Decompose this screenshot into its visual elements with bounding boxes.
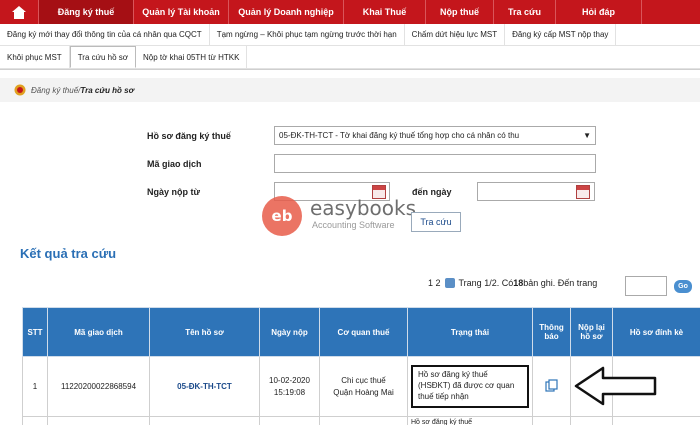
calendar-icon[interactable]	[576, 185, 590, 199]
col-nop-lai: Nộp lại hồ sơ	[570, 307, 613, 357]
page-number-input[interactable]	[625, 276, 667, 296]
cell-trang-thai-partial: Hồ sơ đăng ký thuế	[407, 416, 533, 425]
ho-so-label: Hồ sơ đăng ký thuế	[147, 131, 231, 141]
top-navigation: Đăng ký thuế Quản lý Tài khoản Quản lý D…	[0, 0, 700, 24]
col-ho-so-dinh-kem: Hồ sơ đính kè	[612, 307, 700, 357]
nav-spacer	[641, 0, 700, 24]
col-co-quan-thue: Cơ quan thuế	[319, 307, 408, 357]
cell-co-quan-thue: Chi cục thuế Quận Hoàng Mai	[319, 356, 408, 417]
ngay-nop-tu-label: Ngày nộp từ	[147, 187, 201, 197]
home-button[interactable]	[0, 0, 38, 24]
table-header-row: STT Mã giao dịch Tên hồ sơ Ngày nộp Cơ q…	[22, 307, 700, 357]
ngay-nop-time: 15:19:08	[273, 388, 306, 397]
table-row: Hồ sơ đăng ký thuế	[22, 416, 700, 425]
search-button[interactable]: Tra cứu	[411, 212, 461, 232]
record-count: 18	[513, 278, 524, 288]
ho-so-select-value: 05-ĐK-TH-TCT - Tờ khai đăng ký thuế tổng…	[279, 131, 520, 140]
nav-hoi-dap[interactable]: Hỏi đáp	[555, 0, 641, 24]
easybooks-logo: eb	[262, 196, 302, 236]
breadcrumb: Đăng ký thuế/ Tra cứu hồ sơ	[0, 78, 700, 102]
ten-ho-so-link[interactable]: 05-ĐK-TH-TCT	[149, 356, 260, 417]
col-ngay-nop: Ngày nộp	[259, 307, 320, 357]
pager-text-pre: Trang 1/2. Có	[458, 278, 514, 288]
cell-empty	[570, 416, 613, 425]
pagination: 1 2 Trang 1/2. Có 18 bản ghi. Đến trang	[428, 278, 597, 288]
cell-empty	[532, 416, 571, 425]
col-ma-giao-dich: Mã giao dịch	[47, 307, 150, 357]
cell-empty	[259, 416, 320, 425]
results-title: Kết quả tra cứu	[20, 246, 117, 261]
nav-quan-ly-tai-khoan[interactable]: Quản lý Tài khoản	[133, 0, 228, 24]
co-quan-line-1: Chi cục thuế	[341, 376, 386, 385]
watermark-subtitle: Accounting Software	[312, 220, 395, 230]
tab-dang-ky-moi[interactable]: Đăng ký mới thay đổi thông tin của cá nh…	[0, 24, 210, 45]
cell-empty	[612, 416, 700, 425]
cell-thong-bao	[532, 356, 571, 417]
cell-empty	[149, 416, 260, 425]
go-button[interactable]: Go	[674, 280, 692, 293]
watermark-title: easybooks	[310, 196, 416, 220]
tab-dang-ky-cap-mst[interactable]: Đăng ký cấp MST nộp thay	[505, 24, 617, 45]
tab-cham-dut-hieu-luc[interactable]: Chấm dứt hiệu lực MST	[405, 24, 506, 45]
col-stt: STT	[22, 307, 48, 357]
nav-nop-thue[interactable]: Nộp thuế	[425, 0, 493, 24]
nav-quan-ly-doanh-nghiep[interactable]: Quản lý Doanh nghiệp	[228, 0, 343, 24]
emblem-icon	[14, 84, 26, 96]
cell-trang-thai: Hồ sơ đăng ký thuế (HSĐKT) đã được cơ qu…	[407, 356, 533, 417]
ho-so-select[interactable]: 05-ĐK-TH-TCT - Tờ khai đăng ký thuế tổng…	[274, 126, 596, 145]
cell-ngay-nop: 10-02-2020 15:19:08	[259, 356, 320, 417]
ngay-nop-date: 10-02-2020	[269, 376, 310, 385]
chevron-down-icon: ▼	[583, 131, 591, 140]
annotation-arrow-icon	[574, 366, 657, 406]
col-trang-thai: Trạng thái	[407, 307, 533, 357]
tab-tam-ngung[interactable]: Tạm ngừng – Khôi phục tạm ngừng trước th…	[210, 24, 405, 45]
page-numbers[interactable]: 1 2	[428, 278, 441, 288]
ma-giao-dich-input[interactable]	[274, 154, 596, 173]
breadcrumb-current: Tra cứu hồ sơ	[80, 85, 134, 95]
notification-copy-icon[interactable]	[545, 379, 558, 392]
nav-dang-ky-thue[interactable]: Đăng ký thuế	[38, 0, 133, 24]
home-icon	[12, 5, 26, 19]
col-ten-ho-so: Tên hồ sơ	[149, 307, 260, 357]
pager-text-post: bản ghi. Đến trang	[523, 278, 598, 288]
cell-empty	[47, 416, 150, 425]
sub-tabs: Đăng ký mới thay đổi thông tin của cá nh…	[0, 24, 700, 70]
tab-nop-to-khai-05th[interactable]: Nộp tờ khai 05TH từ HTKK	[136, 46, 248, 68]
next-page-icon[interactable]	[444, 278, 455, 288]
cell-stt: 1	[22, 356, 48, 417]
breadcrumb-parent[interactable]: Đăng ký thuế/	[31, 86, 80, 95]
cell-empty	[22, 416, 48, 425]
cell-ma-giao-dich: 11220200022868594	[47, 356, 150, 417]
status-highlight-box: Hồ sơ đăng ký thuế (HSĐKT) đã được cơ qu…	[411, 365, 529, 408]
cell-empty	[319, 416, 408, 425]
ma-giao-dich-label: Mã giao dịch	[147, 159, 202, 169]
co-quan-line-2: Quận Hoàng Mai	[333, 388, 394, 397]
easybooks-watermark: eb easybooks Accounting Software	[262, 190, 422, 240]
tab-khoi-phuc-mst[interactable]: Khôi phục MST	[0, 46, 70, 68]
nav-tra-cuu[interactable]: Tra cứu	[493, 0, 555, 24]
tab-tra-cuu-ho-so[interactable]: Tra cứu hồ sơ	[69, 46, 137, 68]
nav-khai-thue[interactable]: Khai Thuế	[343, 0, 425, 24]
col-thong-bao: Thông báo	[532, 307, 571, 357]
